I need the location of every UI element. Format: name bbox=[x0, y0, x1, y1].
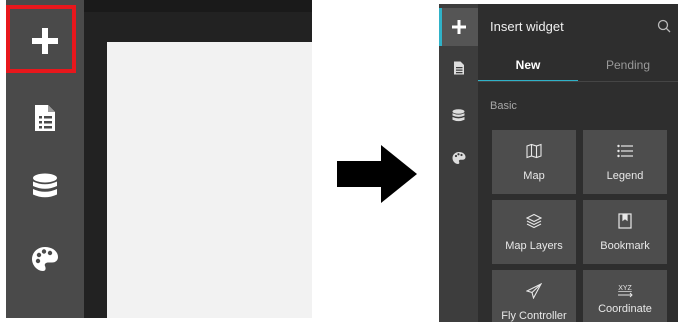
canvas-page bbox=[107, 42, 312, 318]
panel-tabs: New Pending bbox=[478, 48, 678, 82]
search-icon[interactable] bbox=[650, 19, 678, 33]
canvas-top-strip bbox=[84, 0, 312, 12]
insert-widget-panel: Insert widget New Pending Basic Map Lege… bbox=[439, 4, 678, 322]
legend-icon bbox=[617, 141, 633, 161]
widget-label: Legend bbox=[606, 170, 644, 182]
bookmark-icon bbox=[618, 211, 632, 231]
widget-tile-map[interactable]: Map bbox=[492, 130, 576, 194]
panel-title: Insert widget bbox=[490, 18, 564, 34]
widget-tile-legend[interactable]: Legend bbox=[583, 130, 667, 194]
insert-widget-button[interactable] bbox=[439, 8, 478, 46]
widget-label: Fly Controller bbox=[501, 310, 567, 322]
right-arrow-icon bbox=[337, 145, 417, 208]
page-button[interactable] bbox=[439, 49, 478, 87]
coordinate-icon: XYZ bbox=[615, 281, 635, 301]
database-icon bbox=[33, 173, 57, 198]
highlight-box bbox=[6, 5, 76, 73]
document-icon bbox=[453, 61, 464, 75]
data-button[interactable] bbox=[6, 152, 84, 222]
database-icon bbox=[452, 109, 465, 122]
widget-label: Map bbox=[523, 170, 545, 182]
document-icon bbox=[35, 105, 55, 131]
widget-tile-fly-controller[interactable]: Fly Controller bbox=[492, 270, 576, 322]
map-icon bbox=[526, 141, 542, 161]
section-label: Basic bbox=[490, 100, 517, 112]
widget-label: Coordinate bbox=[598, 303, 652, 315]
tab-pending[interactable]: Pending bbox=[578, 48, 678, 82]
widget-tile-coordinate[interactable]: XYZ Coordinate bbox=[583, 270, 667, 322]
page-button[interactable] bbox=[6, 83, 84, 153]
widget-label: Bookmark bbox=[600, 240, 650, 252]
tab-divider bbox=[478, 81, 678, 82]
tab-new[interactable]: New bbox=[478, 48, 578, 82]
plus-icon bbox=[451, 20, 466, 34]
svg-text:XYZ: XYZ bbox=[618, 285, 632, 292]
palette-icon bbox=[32, 247, 58, 271]
data-button[interactable] bbox=[439, 97, 478, 135]
palette-icon bbox=[452, 152, 465, 164]
widget-label: Map Layers bbox=[505, 240, 563, 252]
zoomed-toolbar-crop bbox=[0, 0, 312, 318]
paper-plane-icon bbox=[526, 281, 542, 301]
widget-tile-bookmark[interactable]: Bookmark bbox=[583, 200, 667, 264]
theme-button[interactable] bbox=[439, 139, 478, 177]
panel-header: Insert widget bbox=[478, 4, 678, 48]
widget-tile-map-layers[interactable]: Map Layers bbox=[492, 200, 576, 264]
theme-button[interactable] bbox=[6, 224, 84, 294]
layers-icon bbox=[526, 211, 542, 231]
